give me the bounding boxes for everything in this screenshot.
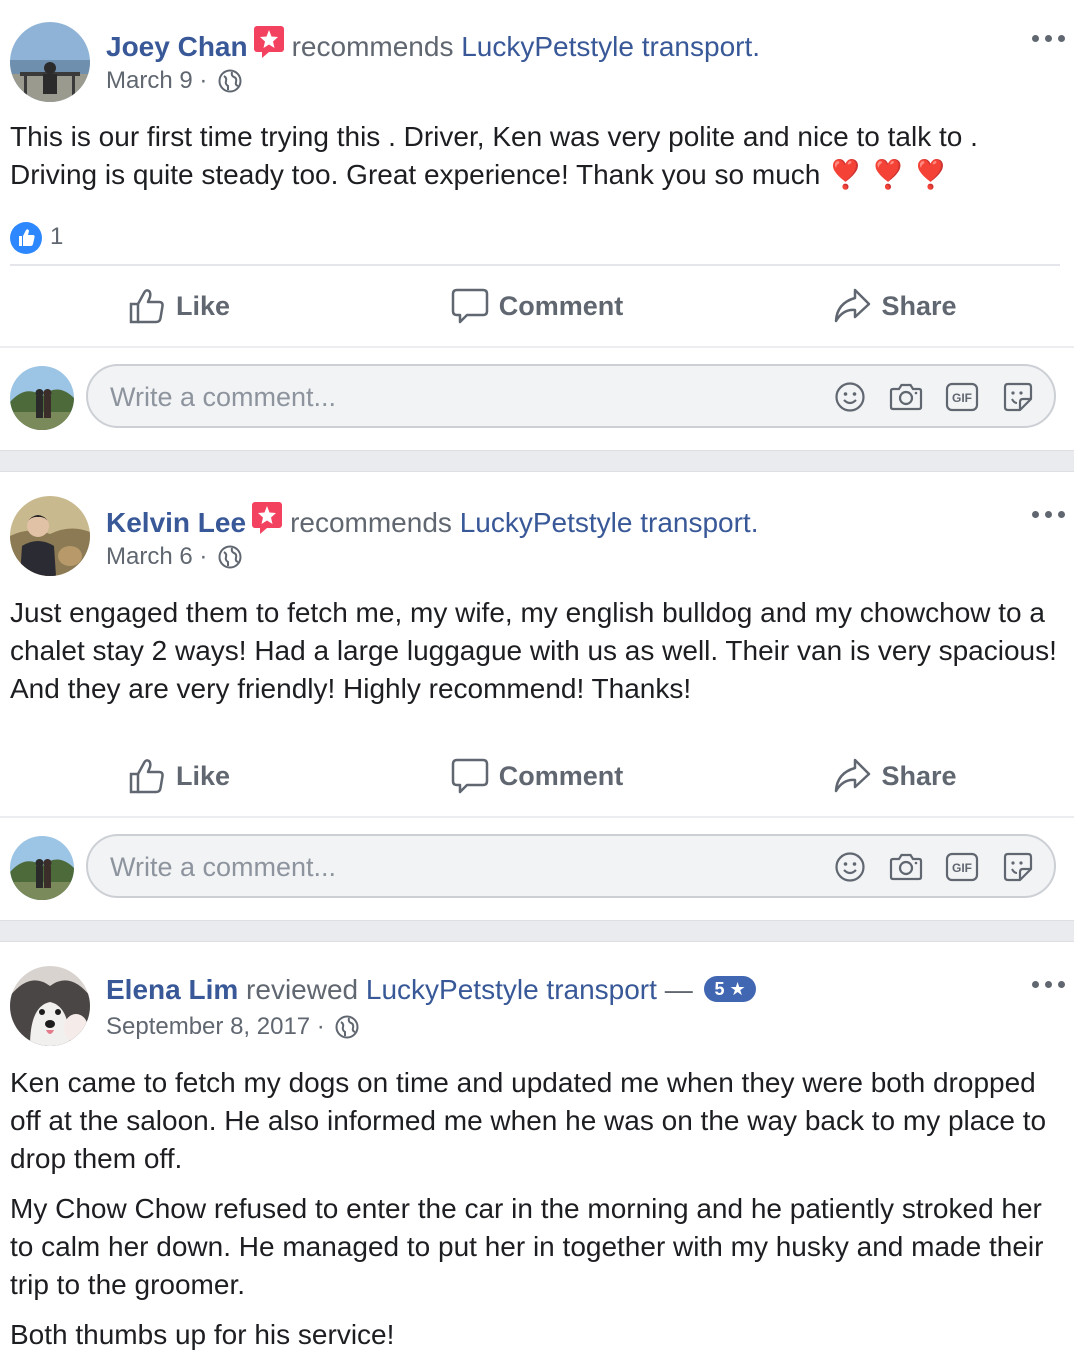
- emoji-icon[interactable]: [832, 379, 868, 415]
- author-name[interactable]: Joey Chan: [106, 31, 248, 62]
- share-button[interactable]: Share: [716, 287, 1074, 325]
- thumbs-up-icon: [129, 759, 164, 794]
- comment-bubble-icon: [451, 288, 488, 324]
- author-name[interactable]: Elena Lim: [106, 974, 238, 1005]
- post-separator: [0, 920, 1074, 942]
- page-link[interactable]: LuckyPetstyle transport.: [460, 507, 759, 538]
- post-date[interactable]: September 8, 2017 ·: [106, 1013, 325, 1040]
- post-kelvin-lee: Kelvin Lee recommends LuckyPetstyle trans…: [0, 472, 1074, 920]
- post-actions: Like Comment Share: [0, 266, 1074, 346]
- user-avatar[interactable]: [10, 366, 74, 430]
- more-options-icon[interactable]: [1032, 506, 1066, 522]
- post-body: Ken came to fetch my dogs on time and up…: [0, 1064, 1074, 1354]
- composer-icons: GIF: [812, 849, 1036, 885]
- post-separator: [0, 450, 1074, 472]
- post-date[interactable]: March 6 ·: [106, 543, 207, 570]
- author-name[interactable]: Kelvin Lee: [106, 507, 246, 538]
- recommend-star-icon: [252, 24, 286, 69]
- more-options-icon[interactable]: [1032, 30, 1066, 46]
- post-action-verb: recommends: [290, 507, 452, 538]
- post-meta: September 8, 2017 ·: [106, 1010, 359, 1049]
- comment-composer: Write a comment... GIF: [0, 346, 1074, 450]
- post-headline: Joey Chan recommends LuckyPetstyle transp…: [106, 24, 760, 69]
- share-label: Share: [881, 760, 957, 791]
- post-paragraph: My Chow Chow refused to enter the car in…: [10, 1193, 1044, 1300]
- post-meta: March 9 ·: [106, 64, 242, 103]
- comment-input[interactable]: Write a comment... GIF: [86, 834, 1056, 898]
- comment-input[interactable]: Write a comment... GIF: [86, 364, 1056, 428]
- comment-label: Comment: [498, 760, 624, 791]
- composer-icons: GIF: [812, 379, 1036, 415]
- reaction-summary[interactable]: 1: [0, 206, 1074, 264]
- like-label: Like: [175, 290, 231, 321]
- post-body: Just engaged them to fetch me, my wife, …: [0, 594, 1074, 724]
- share-label: Share: [881, 290, 957, 321]
- comment-label: Comment: [498, 290, 624, 321]
- gif-icon[interactable]: GIF: [944, 379, 980, 415]
- page-link[interactable]: LuckyPetstyle transport.: [461, 31, 760, 62]
- like-button[interactable]: Like: [0, 757, 358, 795]
- post-header: Elena Lim reviewed LuckyPetstyle transpo…: [0, 942, 1074, 1046]
- author-avatar[interactable]: [10, 496, 90, 576]
- sticker-icon[interactable]: [1000, 849, 1036, 885]
- user-avatar[interactable]: [10, 836, 74, 900]
- globe-icon: [218, 69, 242, 103]
- emoji-icon[interactable]: [832, 849, 868, 885]
- post-actions: Like Comment Share: [0, 736, 1074, 816]
- share-arrow-icon: [835, 758, 871, 793]
- comment-placeholder: Write a comment...: [110, 852, 337, 882]
- reaction-count[interactable]: 1: [50, 220, 63, 254]
- post-headline: Elena Lim reviewed LuckyPetstyle transpo…: [106, 970, 756, 1010]
- sticker-icon[interactable]: [1000, 379, 1036, 415]
- globe-icon: [218, 545, 242, 579]
- comment-composer: Write a comment... GIF: [0, 816, 1074, 920]
- page-link[interactable]: LuckyPetstyle transport: [366, 974, 657, 1005]
- post-paragraph: Ken came to fetch my dogs on time and up…: [10, 1067, 1047, 1174]
- like-reaction-icon: [10, 222, 42, 254]
- post-joey-chan: Joey Chan recommends LuckyPetstyle transp…: [0, 0, 1074, 450]
- post-action-verb: recommends: [291, 31, 454, 62]
- svg-text:GIF: GIF: [952, 391, 972, 405]
- author-avatar[interactable]: [10, 22, 90, 102]
- more-options-icon[interactable]: [1032, 976, 1066, 992]
- comment-placeholder: Write a comment...: [110, 382, 337, 412]
- recommend-star-icon: [250, 500, 284, 545]
- camera-icon[interactable]: [888, 379, 924, 415]
- post-action-verb: reviewed: [246, 974, 359, 1005]
- gif-icon[interactable]: GIF: [944, 849, 980, 885]
- comment-bubble-icon: [451, 758, 488, 794]
- like-button[interactable]: Like: [0, 287, 358, 325]
- post-paragraph: Both thumbs up for his service!: [10, 1319, 395, 1350]
- post-header: Kelvin Lee recommends LuckyPetstyle trans…: [0, 472, 1074, 576]
- post-body: This is our first time trying this . Dri…: [0, 118, 1074, 194]
- post-paragraph: This is our first time trying this . Dri…: [10, 121, 978, 190]
- rating-badge: 5 ★: [704, 976, 756, 1002]
- post-meta: March 6 ·: [106, 540, 242, 579]
- comment-button[interactable]: Comment: [358, 757, 716, 795]
- comment-button[interactable]: Comment: [358, 287, 716, 325]
- post-paragraph: Just engaged them to fetch me, my wife, …: [10, 597, 1057, 704]
- post-elena-lim: Elena Lim reviewed LuckyPetstyle transpo…: [0, 942, 1074, 1354]
- thumbs-up-icon: [129, 289, 164, 324]
- svg-text:GIF: GIF: [952, 861, 972, 875]
- post-header: Joey Chan recommends LuckyPetstyle transp…: [0, 0, 1074, 103]
- post-headline: Kelvin Lee recommends LuckyPetstyle trans…: [106, 500, 759, 545]
- globe-icon: [335, 1015, 359, 1049]
- share-arrow-icon: [835, 288, 871, 323]
- author-avatar[interactable]: [10, 966, 90, 1046]
- camera-icon[interactable]: [888, 849, 924, 885]
- header-dash: —: [664, 974, 693, 1005]
- post-date[interactable]: March 9 ·: [106, 67, 207, 94]
- like-label: Like: [175, 760, 231, 791]
- share-button[interactable]: Share: [716, 757, 1074, 795]
